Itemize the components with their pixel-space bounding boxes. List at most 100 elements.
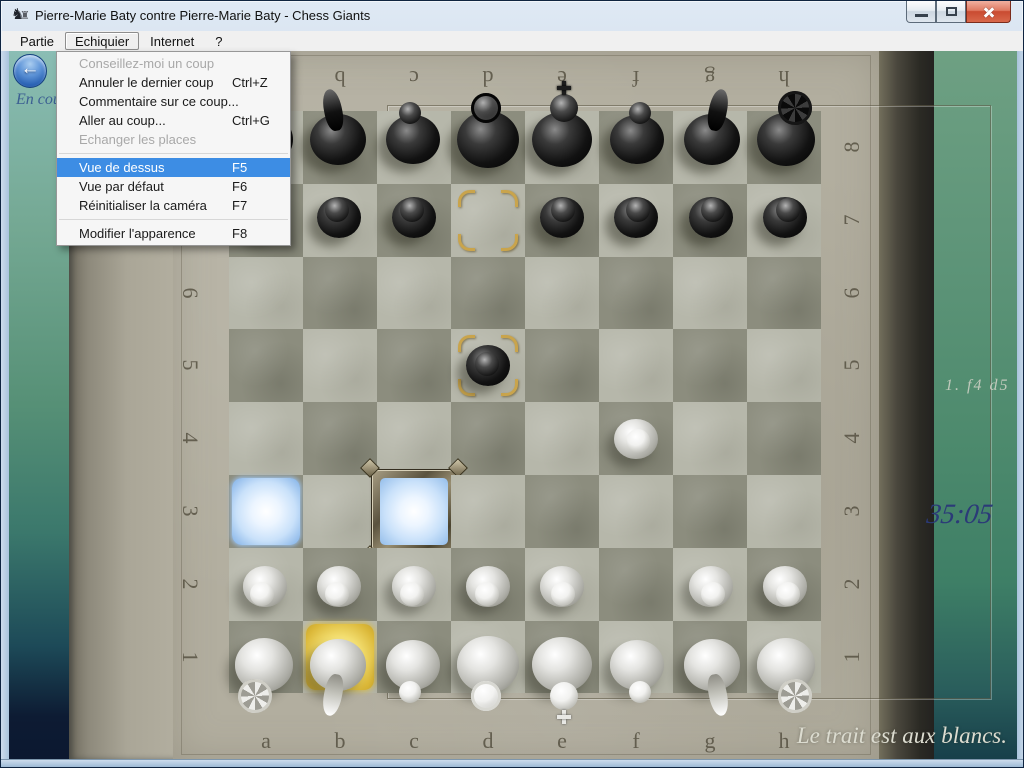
- close-icon: [982, 5, 996, 19]
- menubar-item-partie[interactable]: Partie: [10, 32, 64, 50]
- square-g6[interactable]: [673, 257, 747, 330]
- square-a6[interactable]: [229, 257, 303, 330]
- back-button[interactable]: ←: [13, 54, 47, 88]
- square-b5[interactable]: [303, 329, 377, 402]
- menu-item-shortcut: F5: [232, 158, 247, 177]
- coord-left-3: 3: [175, 496, 205, 526]
- maximize-button[interactable]: [936, 1, 966, 23]
- square-h3[interactable]: [747, 475, 821, 548]
- square-c3[interactable]: [377, 475, 451, 548]
- coord-bottom-b: b: [325, 726, 355, 756]
- gold-bracket: [458, 379, 475, 396]
- pawn-head: [626, 198, 650, 222]
- square-g5[interactable]: [673, 329, 747, 402]
- menu-item-shortcut: F7: [232, 196, 247, 215]
- coord-right-8: 8: [837, 132, 867, 162]
- square-c4[interactable]: [377, 402, 451, 475]
- square-e3[interactable]: [525, 475, 599, 548]
- square-h5[interactable]: [747, 329, 821, 402]
- coord-left-4: 4: [175, 423, 205, 453]
- coord-bottom-c: c: [399, 726, 429, 756]
- square-a4[interactable]: [229, 402, 303, 475]
- coord-bottom-f: f: [621, 726, 651, 756]
- echiquier-menu-popup: Conseillez-moi un coupAnnuler le dernier…: [56, 51, 291, 246]
- square-a5[interactable]: [229, 329, 303, 402]
- titlebar: ♞ ♜ Pierre-Marie Baty contre Pierre-Mari…: [1, 1, 1024, 31]
- menubar-item-?[interactable]: ?: [205, 32, 232, 50]
- bishop-head: [399, 681, 421, 703]
- square-a3[interactable]: [229, 475, 303, 548]
- menu-item-label: Aller au coup...: [79, 113, 166, 128]
- menu-item-réinitialiser-la-caméra[interactable]: Réinitialiser la caméraF7: [57, 196, 290, 215]
- square-h4[interactable]: [747, 402, 821, 475]
- coord-left-1: 1: [175, 642, 205, 672]
- move-list-text: 1. f4 d5: [945, 377, 1009, 395]
- gold-bracket: [458, 234, 475, 251]
- king-cross-bar: [557, 715, 571, 719]
- square-e5[interactable]: [525, 329, 599, 402]
- coord-top-c: c: [399, 63, 429, 93]
- pawn-head: [701, 198, 725, 222]
- pawn-head: [551, 582, 575, 606]
- minimize-button[interactable]: [906, 1, 936, 23]
- rook-head: [778, 91, 812, 125]
- menu-item-vue-de-dessus[interactable]: Vue de dessus F5: [57, 158, 290, 177]
- square-g4[interactable]: [673, 402, 747, 475]
- gold-bracket: [501, 190, 518, 207]
- square-b6[interactable]: [303, 257, 377, 330]
- square-b3[interactable]: [303, 475, 377, 548]
- coord-right-1: 1: [837, 642, 867, 672]
- coord-right-7: 7: [837, 205, 867, 235]
- menu-item-aller-au-coup-[interactable]: Aller au coup...Ctrl+G: [57, 111, 290, 130]
- square-e6[interactable]: [525, 257, 599, 330]
- square-f3[interactable]: [599, 475, 673, 548]
- menu-separator: [57, 215, 290, 224]
- menu-item-label: Vue de dessus: [79, 160, 165, 175]
- square-h6[interactable]: [747, 257, 821, 330]
- close-button[interactable]: [966, 1, 1011, 23]
- pawn-head: [776, 198, 800, 222]
- coord-bottom-e: e: [547, 726, 577, 756]
- square-f6[interactable]: [599, 257, 673, 330]
- king-cross-icon: [557, 710, 571, 724]
- square-c6[interactable]: [377, 257, 451, 330]
- menu-item-modifier-l-apparence[interactable]: Modifier l'apparenceF8: [57, 224, 290, 243]
- pawn-head: [701, 582, 725, 606]
- square-g3[interactable]: [673, 475, 747, 548]
- pawn-head: [626, 429, 650, 453]
- square-f2[interactable]: [599, 548, 673, 621]
- coord-top-f: f: [621, 63, 651, 93]
- menu-separator: [57, 149, 290, 158]
- square-d6[interactable]: [451, 257, 525, 330]
- window-border-left: [1, 51, 9, 759]
- square-d3[interactable]: [451, 475, 525, 548]
- menu-item-annuler-le-dernier-coup[interactable]: Annuler le dernier coupCtrl+Z: [57, 73, 290, 92]
- king-cross-icon: [557, 81, 571, 95]
- window-border-right: [1017, 51, 1024, 759]
- square-f5[interactable]: [599, 329, 673, 402]
- menu-item-commentaire-sur-ce-coup-[interactable]: Commentaire sur ce coup...: [57, 92, 290, 111]
- hover-square-glow: [380, 478, 448, 545]
- coord-right-3: 3: [837, 496, 867, 526]
- menubar-item-echiquier[interactable]: Echiquier: [65, 32, 139, 50]
- coord-right-2: 2: [837, 569, 867, 599]
- bishop-head: [399, 102, 421, 124]
- coord-right-6: 6: [837, 278, 867, 308]
- back-arrow-icon: ←: [14, 58, 46, 80]
- app-window: ♞ ♜ Pierre-Marie Baty contre Pierre-Mari…: [0, 0, 1024, 768]
- menu-item-conseillez-moi-un-coup: Conseillez-moi un coup: [57, 54, 290, 73]
- gold-bracket: [501, 379, 518, 396]
- menu-item-vue-par-défaut[interactable]: Vue par défautF6: [57, 177, 290, 196]
- menubar-item-internet[interactable]: Internet: [140, 32, 204, 50]
- chess-pieces-icon: ♞ ♜: [11, 6, 31, 24]
- menu-item-label: Commentaire sur ce coup...: [79, 94, 239, 109]
- coord-top-h: h: [769, 63, 799, 93]
- menu-item-shortcut: F8: [232, 224, 247, 243]
- square-c5[interactable]: [377, 329, 451, 402]
- caption-buttons: [906, 1, 1011, 23]
- turn-message: Le trait est aux blancs.: [797, 723, 1007, 749]
- menu-item-label: Echanger les places: [79, 132, 196, 147]
- gold-bracket: [458, 190, 475, 207]
- coord-left-6: 6: [175, 278, 205, 308]
- square-e4[interactable]: [525, 402, 599, 475]
